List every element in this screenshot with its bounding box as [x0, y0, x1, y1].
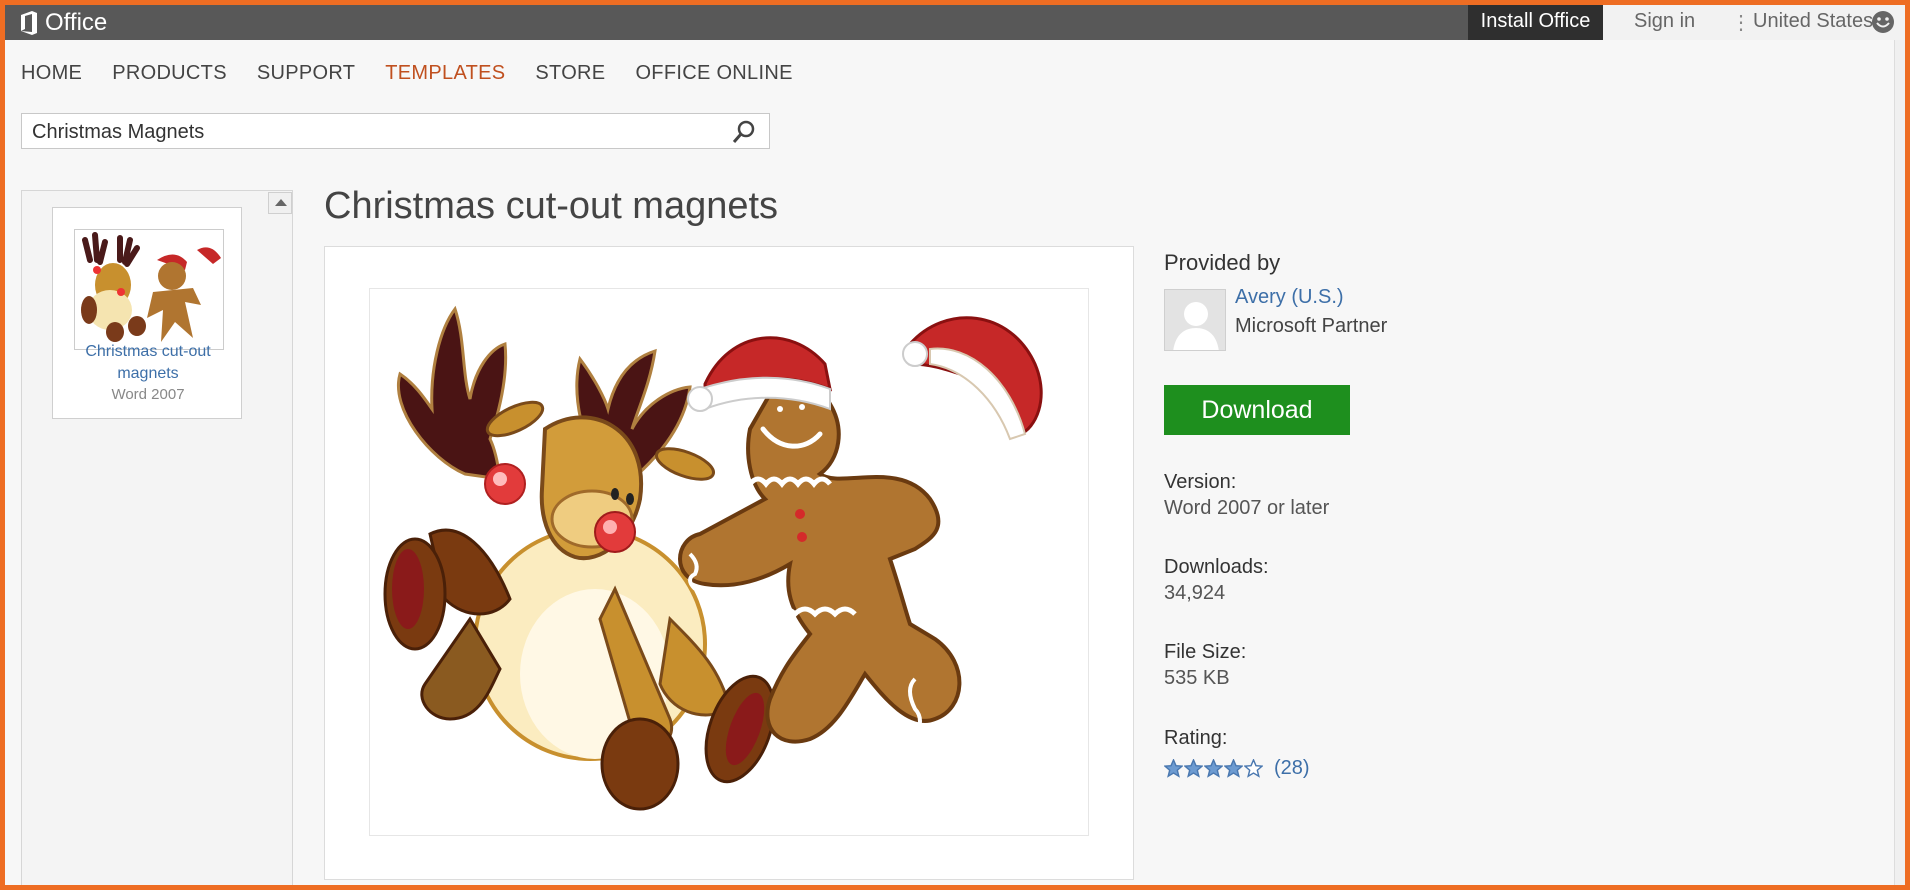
template-result-title[interactable]: Christmas cut-out magnets	[53, 341, 243, 385]
search-icon[interactable]	[731, 119, 757, 145]
rating-info: Rating:	[1164, 727, 1227, 750]
nav-home[interactable]: HOME	[21, 62, 82, 85]
version-value: Word 2007 or later	[1164, 497, 1330, 519]
nav-store[interactable]: STORE	[535, 62, 605, 85]
template-result-card[interactable]: Christmas cut-out magnets Word 2007	[52, 207, 242, 419]
star-filled-icon[interactable]	[1204, 759, 1223, 778]
preview-illustration	[383, 305, 1043, 811]
provider-avatar	[1164, 289, 1226, 351]
user-silhouette-icon	[1173, 302, 1219, 350]
rating-count[interactable]: (28)	[1274, 757, 1310, 780]
provider-role: Microsoft Partner	[1235, 315, 1388, 337]
account-area: Sign in ⋮ United States	[1603, 5, 1905, 40]
nav-office-online[interactable]: OFFICE ONLINE	[635, 62, 792, 85]
star-rating[interactable]	[1164, 759, 1264, 778]
filesize-value: 535 KB	[1164, 667, 1230, 689]
nav-products[interactable]: PRODUCTS	[112, 62, 227, 85]
nav-templates[interactable]: TEMPLATES	[385, 62, 505, 85]
rating-label: Rating:	[1164, 727, 1228, 749]
template-thumbnail	[74, 229, 224, 350]
star-empty-icon[interactable]	[1244, 759, 1263, 778]
separator: ⋮	[1731, 12, 1751, 34]
office-logo-icon	[21, 11, 37, 35]
scroll-up-button[interactable]	[268, 192, 292, 214]
downloads-value: 34,924	[1164, 582, 1226, 604]
provided-by-label: Provided by	[1164, 250, 1281, 275]
sign-in-link[interactable]: Sign in	[1634, 10, 1695, 33]
provider-link[interactable]: Avery (U.S.)	[1235, 286, 1344, 309]
page-scrollbar[interactable]	[1894, 40, 1906, 885]
rating-row: (28)	[1164, 757, 1310, 780]
downloads-info: Downloads: 34,924	[1164, 556, 1269, 605]
search-input[interactable]	[30, 114, 724, 150]
filesize-info: File Size: 535 KB	[1164, 641, 1246, 690]
nav-support[interactable]: SUPPORT	[257, 62, 355, 85]
star-filled-icon[interactable]	[1164, 759, 1183, 778]
brand-name: Office	[45, 9, 108, 36]
downloads-label: Downloads:	[1164, 556, 1269, 578]
feedback-smiley-icon[interactable]	[1871, 10, 1895, 34]
star-filled-icon[interactable]	[1184, 759, 1203, 778]
version-info: Version: Word 2007 or later	[1164, 471, 1329, 520]
page-title: Christmas cut-out magnets	[324, 185, 779, 227]
install-office-button[interactable]: Install Office	[1468, 5, 1603, 40]
filesize-label: File Size:	[1164, 641, 1247, 663]
office-logo[interactable]: Office	[19, 8, 107, 38]
country-selector[interactable]: United States	[1753, 10, 1873, 33]
star-filled-icon[interactable]	[1224, 759, 1243, 778]
main-nav: HOME PRODUCTS SUPPORT TEMPLATES STORE OF…	[21, 62, 823, 85]
template-preview-image	[369, 288, 1089, 836]
thumbnail-image	[81, 232, 221, 342]
version-label: Version:	[1164, 471, 1237, 493]
search-box	[21, 113, 770, 150]
download-button[interactable]: Download	[1164, 385, 1350, 435]
top-bar: Office Install Office Sign in ⋮ United S…	[5, 5, 1905, 40]
template-result-version: Word 2007	[111, 386, 185, 403]
